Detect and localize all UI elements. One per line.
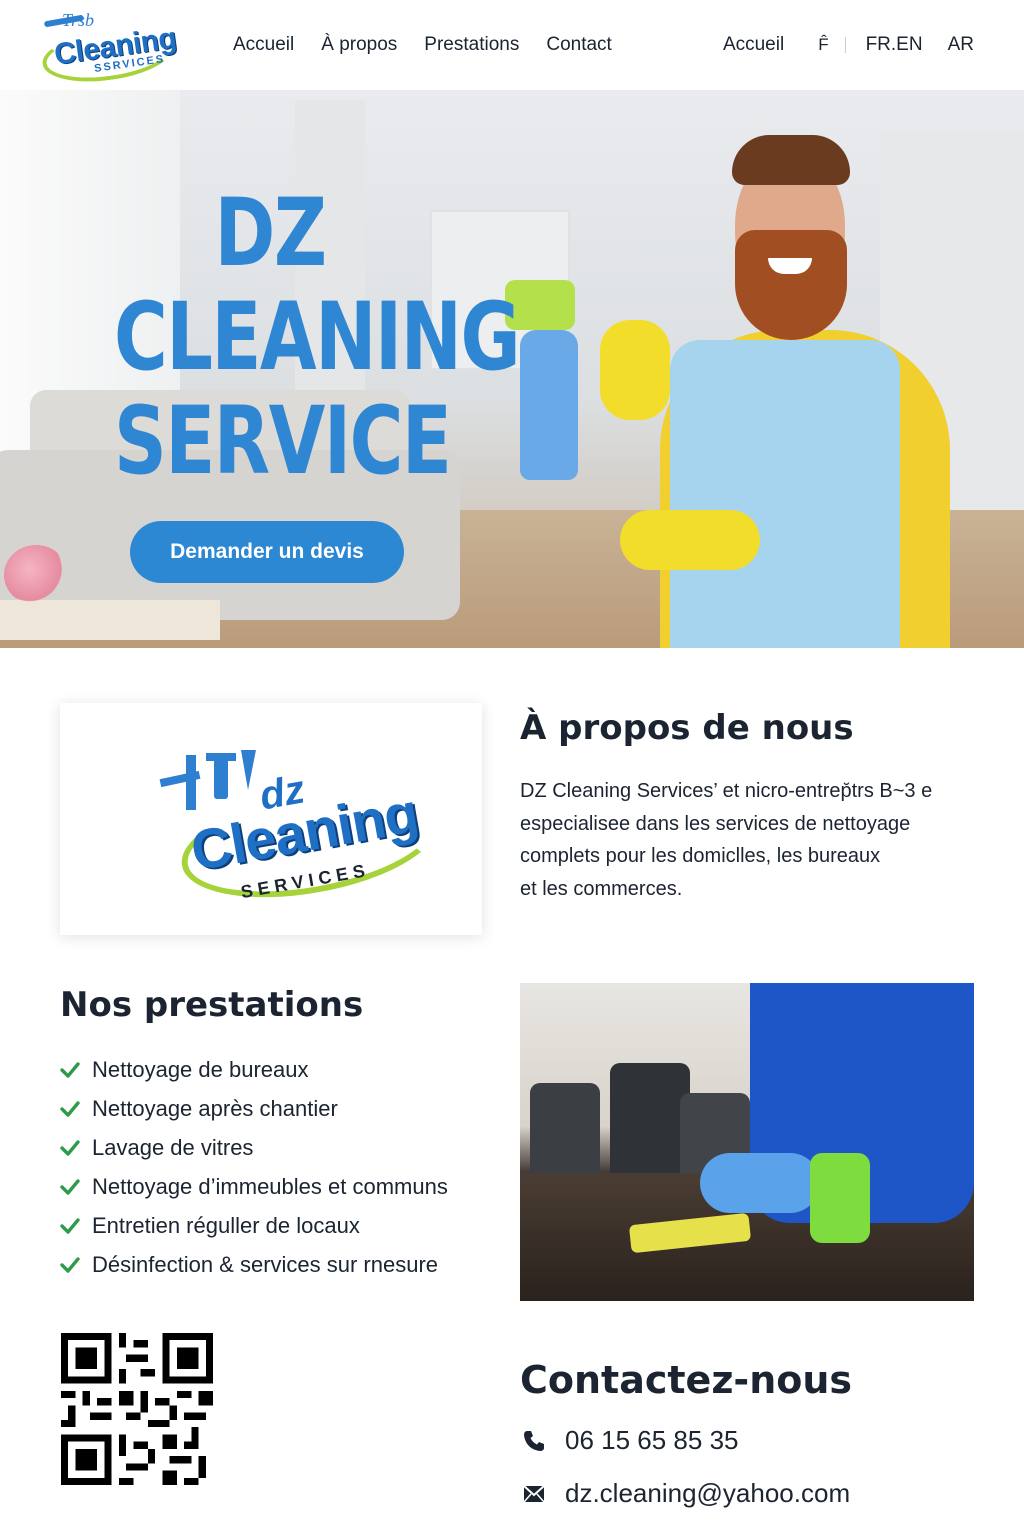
nav-home-right[interactable]: Accueil [723,34,784,56]
request-quote-button[interactable]: Demander un devis [130,521,404,583]
contact-phone-row[interactable]: 06 15 65 85 35 [520,1425,739,1456]
service-item: Lavage de vitres [60,1128,448,1167]
hero-title: DZ CLEANING SERVICE [70,179,521,496]
hero-coffee-table [0,600,220,640]
service-label: Nettoyage d’immeubles et communs [92,1173,448,1199]
contact-title: Contactez-nous [520,1358,853,1402]
check-icon [60,1139,80,1156]
site-header: Trsb Cleaning SSRVICES Accueil À propos … [0,0,1024,90]
service-item: Nettoyage d’immeubles et communs [60,1167,448,1206]
cleaner-glove-right [620,510,760,570]
nav-f-link[interactable]: F̂ [818,35,828,55]
photo-worker-glove [700,1153,820,1213]
contact-email: dz.cleaning@yahoo.com [565,1478,851,1508]
service-label: Entretien réguller de locaux [92,1212,360,1238]
about-line: et les commerces. [520,877,683,900]
spray-bottle [520,330,578,480]
hero-title-line-1: DZ [214,179,327,288]
service-item: Désinfection & services sur rnesure [60,1245,448,1284]
contact-email-row[interactable]: dz.cleaning@yahoo.com [520,1478,850,1509]
service-item: Entretien réguller de locaux [60,1206,448,1245]
about-line: especialisee dans les services de nettoy… [520,812,911,835]
check-icon [60,1178,80,1195]
cleaner-apron [670,340,900,648]
check-icon [60,1100,80,1117]
nav-accueil[interactable]: Accueil [233,34,294,56]
service-item: Nettoyage de bureaux [60,1050,448,1089]
about-title: À propos de nous [520,708,854,748]
service-label: Nettoyage après chantier [92,1095,338,1121]
secondary-nav: Accueil F̂ FR .EN AR [723,34,974,56]
qr-code[interactable] [60,1333,214,1485]
cleaner-hair [732,135,850,185]
service-label: Nettoyage de bureaux [92,1056,309,1082]
lang-fr-link[interactable]: FR [866,34,891,56]
main-nav: Accueil À propos Prestations Contact [233,34,612,56]
cleaner-beard [735,230,847,340]
check-icon [60,1217,80,1234]
service-item: Nettoyage après chantier [60,1089,448,1128]
office-cleaning-photo [520,983,974,1301]
about-line: DZ Cleaning Services’ et nicro-entrep̆tr… [520,780,933,802]
hero-title-line-2: CLEANING [114,283,521,392]
services-list: Nettoyage de bureaux Nettoyage après cha… [60,1050,448,1284]
hero-title-line-3: SERVICE [114,387,452,496]
hero-banner: DZ CLEANING SERVICE Demander un devis [0,90,1024,648]
hero-flowers [4,545,68,605]
service-label: Désinfection & services sur rnesure [92,1251,439,1277]
contact-phone: 06 15 65 85 35 [565,1425,739,1455]
logo-top-text: Trsb [62,10,95,30]
site-logo[interactable]: Trsb Cleaning SSRVICES [38,8,178,89]
photo-spray-bottle [810,1153,870,1243]
about-description: DZ Cleaning Services’ et nicro-entrep̆tr… [520,775,990,905]
about-line: complets pour les domiclles, les bureaux [520,845,881,867]
email-icon [520,1480,548,1508]
hero-cleaner-photo [505,130,980,648]
nav-contact[interactable]: Contact [546,34,611,56]
lang-ar-link[interactable]: AR [948,34,974,56]
nav-a-propos[interactable]: À propos [321,34,397,56]
about-logo-card: dz Cleaning SERVICES [60,703,482,935]
lang-en-link[interactable]: .EN [891,34,923,56]
nav-divider [844,37,846,53]
services-title: Nos prestations [60,985,364,1025]
check-icon [60,1256,80,1273]
phone-icon [520,1427,548,1455]
nav-prestations[interactable]: Prestations [424,34,519,56]
photo-chair [610,1063,690,1183]
company-logo-large: dz Cleaning SERVICES [150,743,450,915]
cleaner-glove-left [600,320,670,420]
service-label: Lavage de vitres [92,1134,254,1160]
check-icon [60,1061,80,1078]
